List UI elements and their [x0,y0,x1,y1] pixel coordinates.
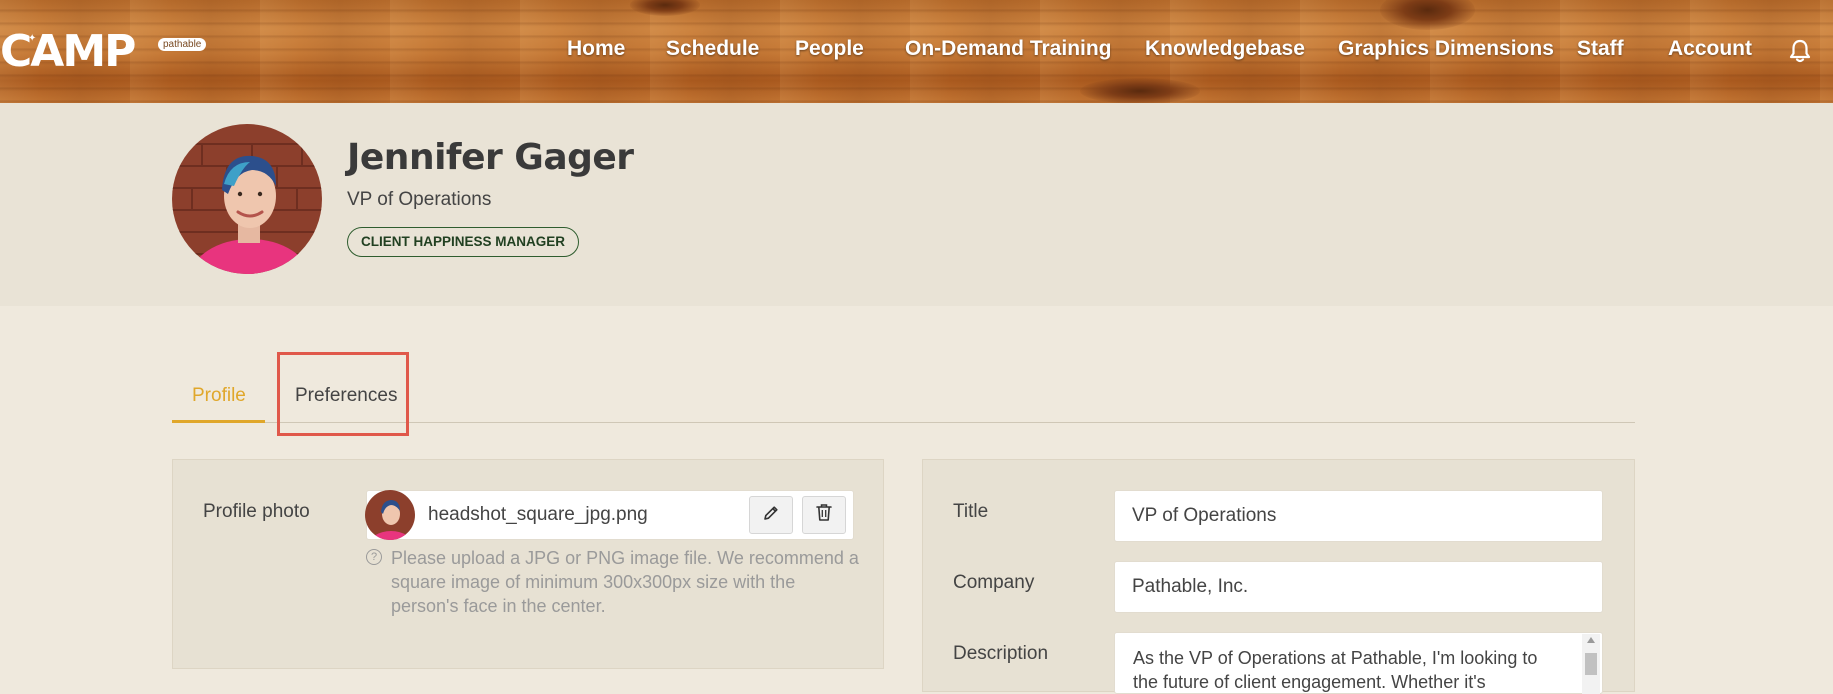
photo-thumbnail [365,490,415,540]
trash-icon [815,503,833,527]
company-input[interactable] [1114,561,1603,613]
nav-schedule[interactable]: Schedule [666,37,759,61]
edit-photo-button[interactable] [749,496,793,534]
wood-knot-decoration [1380,0,1475,30]
nav-account[interactable]: Account [1668,37,1752,61]
title-label: Title [953,501,989,522]
tab-profile[interactable]: Profile [192,385,246,407]
pencil-icon [762,504,780,527]
title-input[interactable] [1114,490,1603,542]
active-tab-indicator [172,420,265,423]
nav-on-demand-training[interactable]: On-Demand Training [905,37,1112,61]
description-label: Description [953,643,1049,664]
nav-home[interactable]: Home [567,37,625,61]
preferences-highlight-box [277,352,409,436]
person-title: VP of Operations [347,189,492,210]
description-text: As the VP of Operations at Pathable, I'm… [1133,648,1538,692]
main-nav: Home Schedule People On-Demand Training … [0,37,1833,67]
avatar [172,124,322,274]
delete-photo-button[interactable] [802,496,846,534]
nav-staff[interactable]: Staff [1577,37,1624,61]
profile-header: Jennifer Gager VP of Operations CLIENT H… [0,103,1833,306]
photo-file-name: headshot_square_jpg.png [428,504,648,525]
description-scrollbar[interactable] [1582,634,1600,694]
company-label: Company [953,572,1035,593]
profile-photo-label: Profile photo [203,501,310,522]
scroll-up-arrow-icon[interactable] [1587,637,1595,643]
bell-icon[interactable] [1789,39,1811,63]
question-circle-icon: ? [366,549,382,565]
wood-knot-decoration [1080,78,1200,104]
nav-graphics-dimensions[interactable]: Graphics Dimensions [1338,37,1554,61]
wood-knot-decoration [630,0,700,16]
top-navigation-bar: CAMP ✦ ✦ pathable Home Schedule People O… [0,0,1833,104]
nav-people[interactable]: People [795,37,864,61]
scroll-thumb[interactable] [1585,653,1597,675]
role-badge: CLIENT HAPPINESS MANAGER [347,227,580,257]
nav-knowledgebase[interactable]: Knowledgebase [1145,37,1305,61]
photo-help-text: Please upload a JPG or PNG image file. W… [391,548,859,616]
person-name: Jennifer Gager [347,137,634,178]
description-textarea[interactable]: As the VP of Operations at Pathable, I'm… [1114,632,1603,694]
